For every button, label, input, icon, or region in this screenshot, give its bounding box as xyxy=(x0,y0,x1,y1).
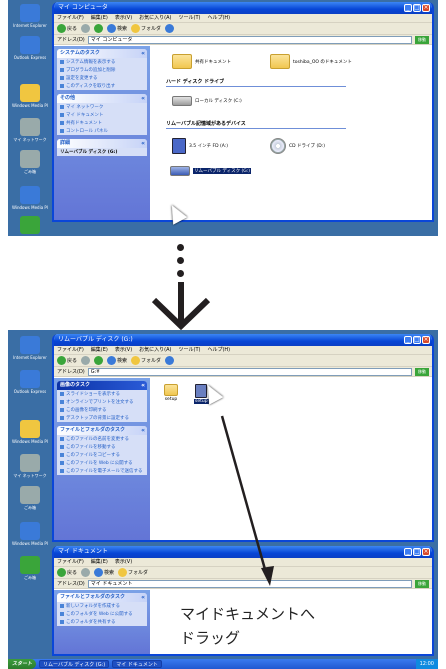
folders-button[interactable]: フォルダ xyxy=(131,24,161,33)
place-item[interactable]: コントロール パネル xyxy=(57,127,147,135)
hdd-section-header: ハード ディスク ドライブ xyxy=(166,79,225,85)
toolbar: 戻る 検索 フォルダ xyxy=(54,23,432,35)
desktop-icon-ie[interactable]: Internet Explorer xyxy=(12,4,48,28)
annotation-box: マイドキュメントへ ドラッグ xyxy=(174,600,350,654)
back-arrow-icon xyxy=(57,24,66,33)
desktop-icon-media-player[interactable]: Windows Media Player xyxy=(12,84,48,108)
outlook-icon xyxy=(20,36,40,54)
folder-icon xyxy=(131,24,141,33)
cd-icon xyxy=(270,138,286,154)
user-documents-item[interactable]: toshiba_OO のドキュメント xyxy=(270,54,352,69)
details-panel: 詳細 « リムーバブル ディスク (G:) xyxy=(57,139,147,156)
network-icon xyxy=(60,105,64,109)
task-item[interactable]: 設定を変更する xyxy=(57,74,147,82)
annotation-line-2: ドラッグ xyxy=(180,629,241,647)
menu-favorites[interactable]: お気に入り(A) xyxy=(139,14,171,22)
close-button[interactable]: × xyxy=(422,4,430,12)
step-dot xyxy=(177,270,184,277)
other-places-panel: その他 « マイ ネットワーク マイ ドキュメント 共有ドキュメント コントロール… xyxy=(57,94,147,135)
system-tasks-panel: システムのタスク « システム情報を表示する プログラムの追加と削除 設定を変更す… xyxy=(57,49,147,90)
views-icon xyxy=(165,24,175,33)
media-player-icon xyxy=(20,84,40,102)
section-divider xyxy=(166,86,346,87)
chevron-up-icon: « xyxy=(141,140,145,147)
content-area: 共有ドキュメント toshiba_OO のドキュメント ハード ディスク ドライ… xyxy=(150,46,432,220)
recycle-bin-icon xyxy=(20,216,40,234)
back-button[interactable]: 戻る xyxy=(57,24,77,33)
local-disk-item[interactable]: ローカル ディスク (C:) xyxy=(172,96,242,106)
panel-header[interactable]: 詳細 « xyxy=(57,139,147,148)
search-button[interactable]: 検索 xyxy=(107,24,127,33)
forward-button[interactable] xyxy=(81,24,91,33)
panel-header[interactable]: その他 « xyxy=(57,94,147,103)
shared-folder-icon xyxy=(60,121,64,125)
control-panel-icon xyxy=(60,129,64,133)
settings-icon xyxy=(60,76,64,80)
hard-drive-icon xyxy=(172,96,192,106)
menu-help[interactable]: ヘルプ(H) xyxy=(207,14,230,22)
menu-view[interactable]: 表示(V) xyxy=(115,14,132,22)
step-dot xyxy=(177,257,184,264)
address-input[interactable]: マイ コンピュータ xyxy=(87,35,412,44)
info-icon xyxy=(60,60,64,64)
section-divider xyxy=(166,128,346,129)
documents-icon xyxy=(60,113,64,117)
up-button[interactable] xyxy=(94,24,104,33)
cd-drive-item[interactable]: CD ドライブ (D:) xyxy=(270,138,325,154)
window-body: システムのタスク « システム情報を表示する プログラムの追加と削除 設定を変更す… xyxy=(54,46,432,220)
address-bar: アドレス(D) マイ コンピュータ 移動 xyxy=(54,35,432,45)
screenshot-drag-to-documents: Internet Explorer Outlook Express Window… xyxy=(8,330,438,669)
search-icon xyxy=(107,24,117,33)
minimize-button[interactable]: _ xyxy=(404,4,412,12)
views-button[interactable] xyxy=(165,24,175,33)
network-icon xyxy=(20,118,40,136)
menu-edit[interactable]: 編集(E) xyxy=(91,14,108,22)
folder-icon xyxy=(172,54,192,69)
task-item[interactable]: このディスクを取り出す xyxy=(57,82,147,90)
removable-section-header: リムーバブル記憶域があるデバイス xyxy=(166,121,246,127)
task-pane: システムのタスク « システム情報を表示する プログラムの追加と削除 設定を変更す… xyxy=(54,46,150,220)
place-item[interactable]: マイ ドキュメント xyxy=(57,111,147,119)
desktop-icon-recycle-2[interactable] xyxy=(12,216,48,234)
place-item[interactable]: 共有ドキュメント xyxy=(57,119,147,127)
details-subtitle: リムーバブル ディスク (G:) xyxy=(60,150,118,155)
address-label: アドレス(D) xyxy=(57,37,85,43)
floppy-icon xyxy=(172,138,186,154)
desktop-icon-network[interactable]: マイ ネットワーク xyxy=(12,118,48,142)
menu-bar: ファイル(F) 編集(E) 表示(V) お気に入り(A) ツール(T) ヘルプ(… xyxy=(54,14,432,23)
chevron-up-icon: « xyxy=(141,95,145,102)
media-player-icon xyxy=(20,186,40,204)
removable-drive-icon xyxy=(170,166,190,176)
go-button[interactable]: 移動 xyxy=(415,35,429,44)
up-folder-icon xyxy=(94,24,104,33)
panel-header[interactable]: システムのタスク « xyxy=(57,49,147,58)
internet-explorer-icon xyxy=(20,4,40,22)
desktop-icon-recycle[interactable]: ごみ箱 xyxy=(12,150,48,174)
window-title: マイ コンピュータ xyxy=(58,4,108,11)
down-arrow-icon xyxy=(151,282,211,330)
my-computer-window: マイ コンピュータ _ □ × ファイル(F) 編集(E) 表示(V) お気に入り(… xyxy=(52,2,434,222)
annotation-line-1: マイドキュメントへ xyxy=(180,605,316,623)
eject-icon xyxy=(60,84,64,88)
desktop-icon-media-player-2[interactable]: Windows Media Player xyxy=(12,186,48,210)
menu-tools[interactable]: ツール(T) xyxy=(179,14,201,22)
screenshot-my-computer: Internet Explorer Outlook Express Window… xyxy=(8,0,438,236)
programs-icon xyxy=(60,68,64,72)
shared-documents-item[interactable]: 共有ドキュメント xyxy=(172,54,231,69)
task-item[interactable]: システム情報を表示する xyxy=(57,58,147,66)
recycle-bin-icon xyxy=(20,150,40,168)
forward-arrow-icon xyxy=(81,24,91,33)
step-dot xyxy=(177,244,184,251)
place-item[interactable]: マイ ネットワーク xyxy=(57,103,147,111)
menu-file[interactable]: ファイル(F) xyxy=(57,14,84,22)
removable-disk-item[interactable]: リムーバブル ディスク (G:) xyxy=(170,166,252,176)
desktop-icon-outlook[interactable]: Outlook Express xyxy=(12,36,48,60)
folder-icon xyxy=(270,54,290,69)
window-titlebar[interactable]: マイ コンピュータ _ □ × xyxy=(54,2,432,14)
task-item[interactable]: プログラムの追加と削除 xyxy=(57,66,147,74)
chevron-up-icon: « xyxy=(141,50,145,57)
maximize-button[interactable]: □ xyxy=(413,4,421,12)
floppy-drive-item[interactable]: 3.5 インチ FD (A:) xyxy=(172,138,228,154)
